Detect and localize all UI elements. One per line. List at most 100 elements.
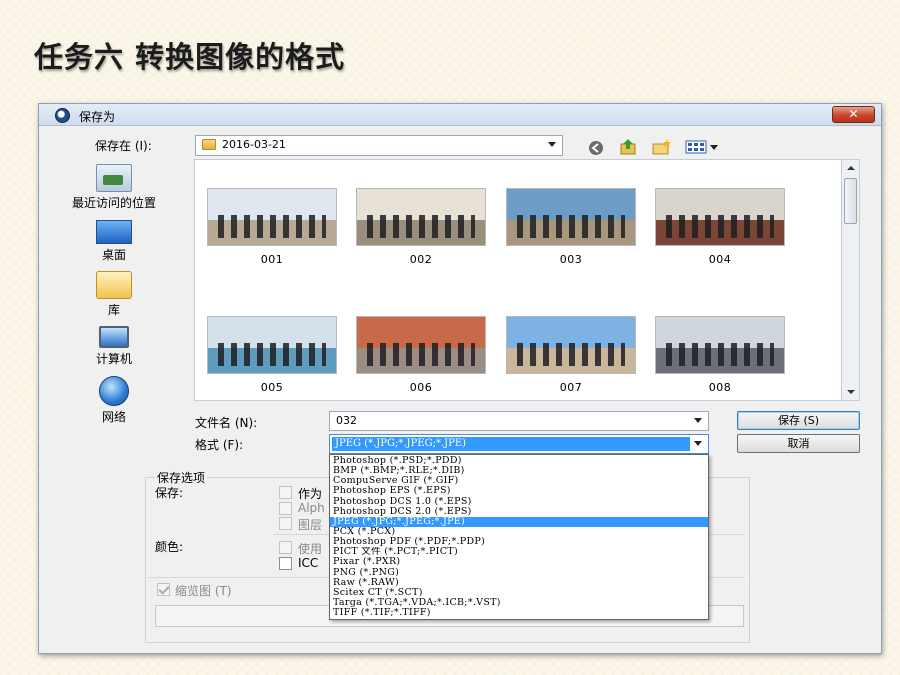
photoshop-app-icon xyxy=(55,108,70,123)
photo-thumbnail xyxy=(207,188,337,246)
place-network[interactable]: 网络 xyxy=(49,376,179,425)
file-thumbnail-004[interactable]: 004 xyxy=(655,188,785,266)
format-option[interactable]: Photoshop (*.PSD;*.PDD) xyxy=(330,456,708,466)
place-computer[interactable]: 计算机 xyxy=(49,326,179,367)
thumbnail-label: 缩览图 (T) xyxy=(175,584,232,598)
photo-thumbnail xyxy=(356,188,486,246)
computer-icon xyxy=(99,326,129,348)
save-as-dialog: 保存为 ✕ 保存在 (I): 2016-03-21 最近访问的位置 桌面 库 计… xyxy=(38,103,882,654)
layers-checkbox[interactable] xyxy=(279,517,292,530)
network-icon xyxy=(99,376,129,406)
photo-thumbnail xyxy=(207,316,337,374)
up-folder-icon[interactable] xyxy=(619,138,639,156)
cancel-button[interactable]: 取消 xyxy=(737,434,860,453)
alpha-channels-checkbox[interactable] xyxy=(279,502,292,515)
file-name: 004 xyxy=(708,253,732,266)
save-option-text: 图层 xyxy=(298,518,323,532)
scroll-down-icon[interactable] xyxy=(847,390,855,394)
desktop-icon xyxy=(96,220,132,244)
color-option-text: ICC xyxy=(298,556,319,570)
scroll-thumb[interactable] xyxy=(844,178,857,224)
save-options-save-label: 保存: xyxy=(155,486,184,500)
place-recent[interactable]: 最近访问的位置 xyxy=(49,164,179,211)
photo-thumbnail xyxy=(506,316,636,374)
place-label: 最近访问的位置 xyxy=(71,196,156,210)
format-option[interactable]: PCX (*.PCX) xyxy=(330,527,708,537)
save-option-text: Alph xyxy=(298,501,325,515)
format-select[interactable]: JPEG (*.JPG;*.JPEG;*.JPE) xyxy=(329,434,709,454)
photo-thumbnail xyxy=(655,188,785,246)
place-library[interactable]: 库 xyxy=(49,271,179,318)
file-name: 008 xyxy=(708,381,732,394)
format-option[interactable]: CompuServe GIF (*.GIF) xyxy=(330,476,708,486)
file-name: 002 xyxy=(409,253,433,266)
back-icon[interactable] xyxy=(588,140,606,156)
format-option[interactable]: Photoshop DCS 1.0 (*.EPS) xyxy=(330,497,708,507)
thumbnail-checkbox[interactable] xyxy=(157,583,170,596)
format-option[interactable]: Pixar (*.PXR) xyxy=(330,557,708,567)
file-name: 007 xyxy=(559,381,583,394)
format-option[interactable]: BMP (*.BMP;*.RLE;*.DIB) xyxy=(330,466,708,476)
file-thumbnail-002[interactable]: 002 xyxy=(356,188,486,266)
folder-icon xyxy=(202,139,216,150)
save-button[interactable]: 保存 (S) xyxy=(737,411,860,430)
library-icon xyxy=(96,271,132,299)
format-option[interactable]: Raw (*.RAW) xyxy=(330,578,708,588)
format-option[interactable]: Photoshop EPS (*.EPS) xyxy=(330,486,708,496)
view-menu-icon[interactable] xyxy=(685,140,721,154)
place-desktop[interactable]: 桌面 xyxy=(49,220,179,263)
places-bar: 最近访问的位置 桌面 库 计算机 网络 xyxy=(49,148,179,448)
file-thumbnail-003[interactable]: 003 xyxy=(506,188,636,266)
color-label: 颜色: xyxy=(155,540,184,554)
format-option[interactable]: TIFF (*.TIF;*.TIFF) xyxy=(330,608,708,618)
place-label: 计算机 xyxy=(95,352,132,366)
file-thumbnail-005[interactable]: 005 xyxy=(207,316,337,394)
file-name: 005 xyxy=(260,381,284,394)
chevron-down-icon xyxy=(694,418,702,423)
format-option[interactable]: Photoshop DCS 2.0 (*.EPS) xyxy=(330,507,708,517)
filename-label: 文件名 (N): xyxy=(195,416,258,430)
file-name: 003 xyxy=(559,253,583,266)
save-as-copy-checkbox[interactable] xyxy=(279,486,292,499)
icc-profile-checkbox[interactable] xyxy=(279,557,292,570)
filename-input[interactable]: 032 xyxy=(329,411,709,431)
file-thumbnail-007[interactable]: 007 xyxy=(506,316,636,394)
slide-title: 任务六 转换图像的格式 xyxy=(34,40,346,74)
format-option[interactable]: Targa (*.TGA;*.VDA;*.ICB;*.VST) xyxy=(330,598,708,608)
file-thumbnail-008[interactable]: 008 xyxy=(655,316,785,394)
format-option[interactable]: PNG (*.PNG) xyxy=(330,568,708,578)
file-list[interactable]: 001 002 003 004 005 006 007 008 xyxy=(194,159,842,401)
format-option[interactable]: PICT 文件 (*.PCT;*.PICT) xyxy=(330,547,708,557)
chevron-down-icon xyxy=(548,142,556,147)
recent-places-icon xyxy=(96,164,132,192)
file-name: 001 xyxy=(260,253,284,266)
place-label: 网络 xyxy=(101,410,126,424)
photo-thumbnail xyxy=(356,316,486,374)
save-in-value: 2016-03-21 xyxy=(222,138,286,151)
file-list-scrollbar[interactable] xyxy=(842,159,860,401)
format-selected-value: JPEG (*.JPG;*.JPEG;*.JPE) xyxy=(332,437,690,451)
file-thumbnail-001[interactable]: 001 xyxy=(207,188,337,266)
new-folder-icon[interactable] xyxy=(651,138,673,156)
photo-thumbnail xyxy=(506,188,636,246)
format-dropdown-list[interactable]: Photoshop (*.PSD;*.PDD) BMP (*.BMP;*.RLE… xyxy=(329,454,709,620)
dialog-titlebar[interactable]: 保存为 ✕ xyxy=(39,104,881,126)
file-name: 006 xyxy=(409,381,433,394)
save-in-combobox[interactable]: 2016-03-21 xyxy=(195,135,563,156)
use-proof-setup-checkbox[interactable] xyxy=(279,541,292,554)
save-option-text: 作为 xyxy=(298,487,323,501)
file-thumbnail-006[interactable]: 006 xyxy=(356,316,486,394)
format-label: 格式 (F): xyxy=(195,438,244,452)
place-label: 库 xyxy=(107,303,120,317)
place-label: 桌面 xyxy=(101,248,126,262)
color-option-text: 使用 xyxy=(298,542,323,556)
format-option-selected[interactable]: JPEG (*.JPG;*.JPEG;*.JPE) xyxy=(330,516,708,527)
photo-thumbnail xyxy=(655,316,785,374)
scroll-up-icon[interactable] xyxy=(847,166,855,170)
filename-value: 032 xyxy=(336,414,357,427)
close-button[interactable]: ✕ xyxy=(832,106,875,123)
format-option[interactable]: Photoshop PDF (*.PDF;*.PDP) xyxy=(330,537,708,547)
chevron-down-icon xyxy=(694,441,702,446)
format-option[interactable]: Scitex CT (*.SCT) xyxy=(330,588,708,598)
dialog-title: 保存为 xyxy=(79,110,116,124)
